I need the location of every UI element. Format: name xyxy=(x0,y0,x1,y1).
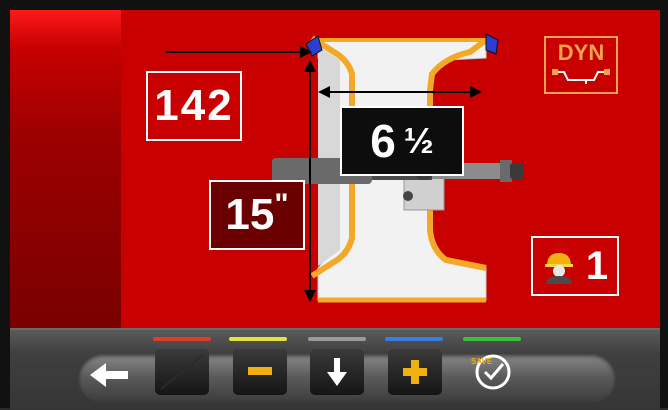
diameter-value-box[interactable]: 15 " xyxy=(209,180,305,250)
diameter-value: 15 xyxy=(225,190,275,239)
save-label: SAVE xyxy=(471,357,493,366)
f5-indicator-led xyxy=(463,337,521,341)
minus-button[interactable] xyxy=(233,349,287,395)
back-button[interactable] xyxy=(80,352,138,398)
operator-box[interactable]: 1 xyxy=(531,236,619,296)
bottom-toolbar: SAVE xyxy=(10,328,660,410)
arrow-left-icon xyxy=(90,363,128,387)
save-button[interactable]: SAVE xyxy=(466,349,520,395)
f1-blank-button[interactable] xyxy=(155,349,209,395)
mode-dyn-box[interactable]: DYN xyxy=(544,36,618,94)
f3-indicator-led xyxy=(308,337,366,341)
width-value-box[interactable]: 6 ½ xyxy=(340,106,464,176)
down-arrow-button[interactable] xyxy=(310,349,364,395)
operator-worker-icon xyxy=(544,253,573,284)
arrow-down-icon xyxy=(327,358,347,386)
balancer-screen: 142 6 ½ 15 " DYN 1 SAVE xyxy=(0,0,668,410)
width-value-whole: 6 xyxy=(370,115,396,167)
mode-label: DYN xyxy=(557,40,605,65)
f4-indicator-led xyxy=(385,337,443,341)
save-check-icon xyxy=(475,354,511,390)
f1-indicator-led xyxy=(153,337,211,341)
distance-value-box[interactable]: 142 xyxy=(146,71,242,141)
width-value-fraction: ½ xyxy=(403,120,434,161)
rim-profile-icon xyxy=(552,69,610,84)
plus-icon xyxy=(403,360,427,384)
blank-diagonal-icon xyxy=(160,354,204,390)
diameter-unit: " xyxy=(274,188,289,221)
operator-number: 1 xyxy=(585,243,609,288)
plus-button[interactable] xyxy=(388,349,442,395)
distance-value: 142 xyxy=(154,81,234,130)
f2-indicator-led xyxy=(229,337,287,341)
minus-icon xyxy=(248,367,272,375)
